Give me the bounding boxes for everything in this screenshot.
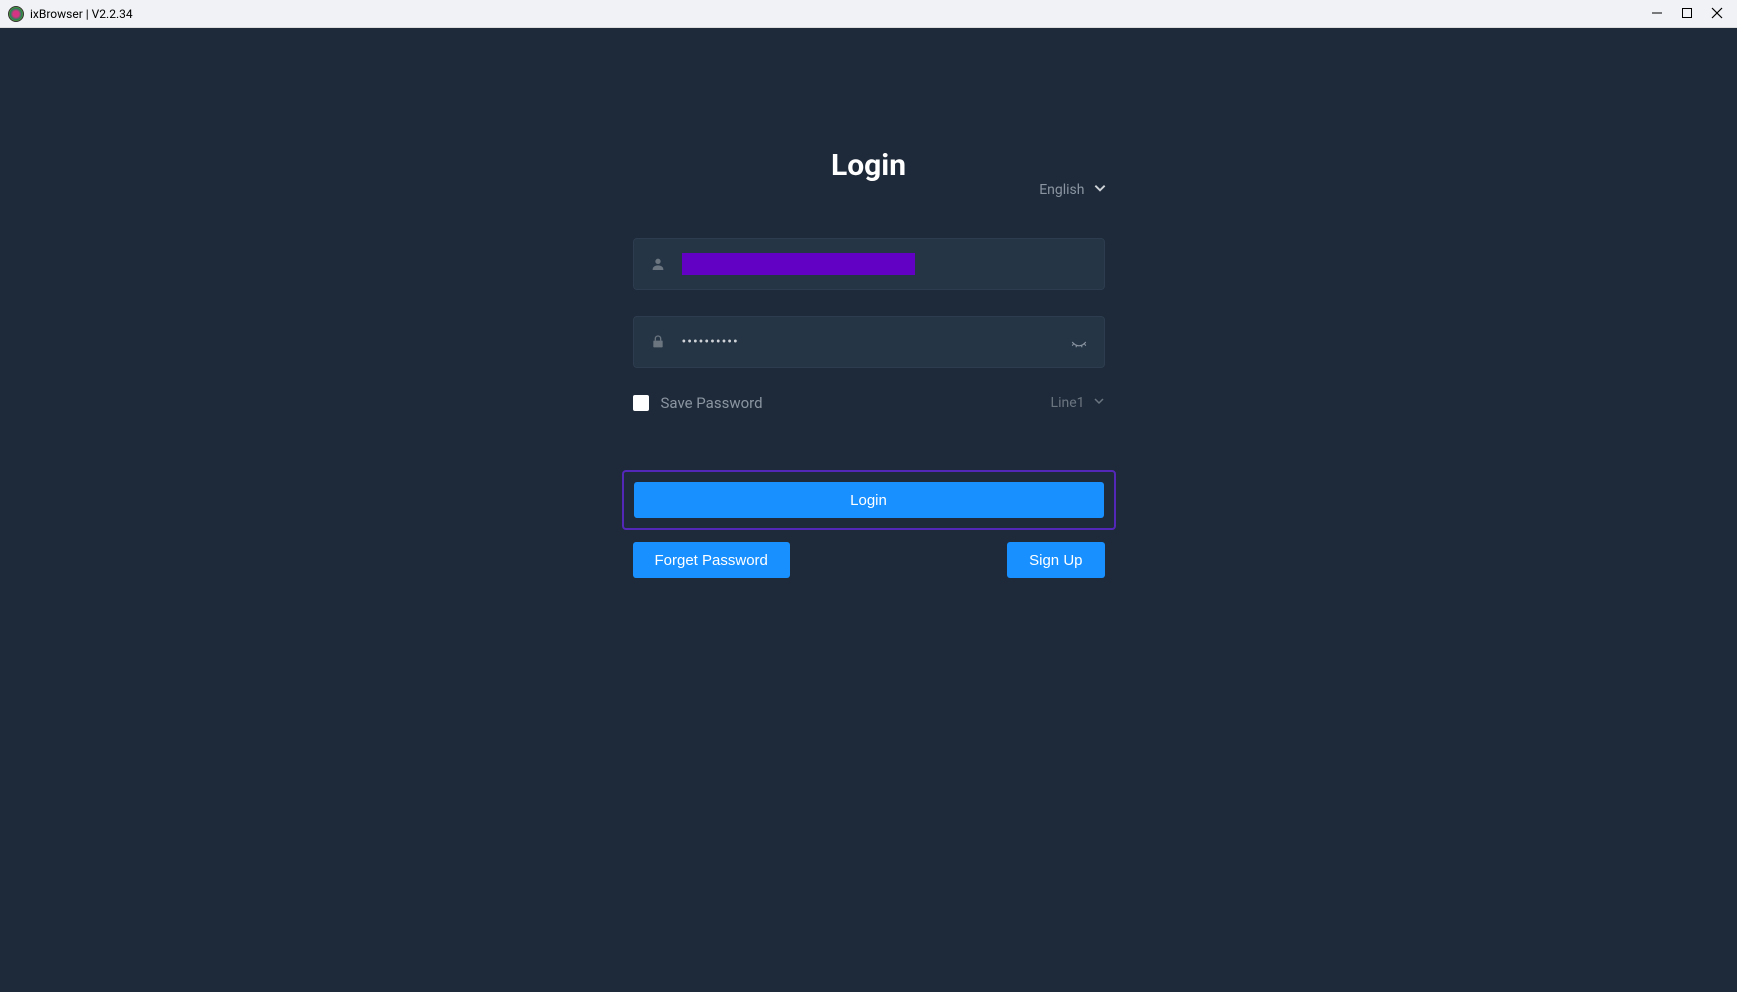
save-password-label: Save Password bbox=[661, 394, 763, 412]
options-row: Save Password Line1 bbox=[633, 394, 1105, 412]
language-selector[interactable]: English bbox=[1039, 181, 1106, 199]
password-input-wrap[interactable]: •••••••••• bbox=[633, 316, 1105, 368]
username-value-redacted bbox=[682, 253, 915, 275]
close-button[interactable] bbox=[1711, 4, 1723, 23]
language-label: English bbox=[1039, 182, 1084, 198]
save-password-checkbox-wrap[interactable]: Save Password bbox=[633, 394, 763, 412]
minimize-button[interactable] bbox=[1651, 4, 1663, 23]
main-content: Login English •••••••••• Save Password L… bbox=[0, 28, 1737, 992]
eye-closed-icon[interactable] bbox=[1070, 333, 1088, 351]
titlebar: ixBrowser | V2.2.34 bbox=[0, 0, 1737, 28]
maximize-button[interactable] bbox=[1681, 4, 1693, 23]
forget-password-button[interactable]: Forget Password bbox=[633, 542, 790, 578]
login-title: Login bbox=[831, 148, 906, 183]
line-label: Line1 bbox=[1051, 395, 1085, 411]
login-button-highlight: Login bbox=[622, 470, 1116, 530]
signup-button[interactable]: Sign Up bbox=[1007, 542, 1104, 578]
chevron-down-icon bbox=[1093, 395, 1105, 411]
bottom-buttons: Forget Password Sign Up bbox=[633, 542, 1105, 578]
login-button[interactable]: Login bbox=[634, 482, 1104, 518]
titlebar-left: ixBrowser | V2.2.34 bbox=[8, 6, 133, 22]
line-selector[interactable]: Line1 bbox=[1051, 395, 1105, 411]
password-value: •••••••••• bbox=[682, 334, 1070, 350]
app-title: ixBrowser | V2.2.34 bbox=[30, 7, 133, 21]
window-controls bbox=[1651, 4, 1733, 23]
chevron-down-icon bbox=[1093, 181, 1107, 199]
username-input-wrap[interactable] bbox=[633, 238, 1105, 290]
app-icon bbox=[8, 6, 24, 22]
user-icon bbox=[650, 256, 666, 272]
login-header: Login English bbox=[633, 148, 1105, 183]
save-password-checkbox[interactable] bbox=[633, 395, 649, 411]
lock-icon bbox=[650, 334, 666, 350]
